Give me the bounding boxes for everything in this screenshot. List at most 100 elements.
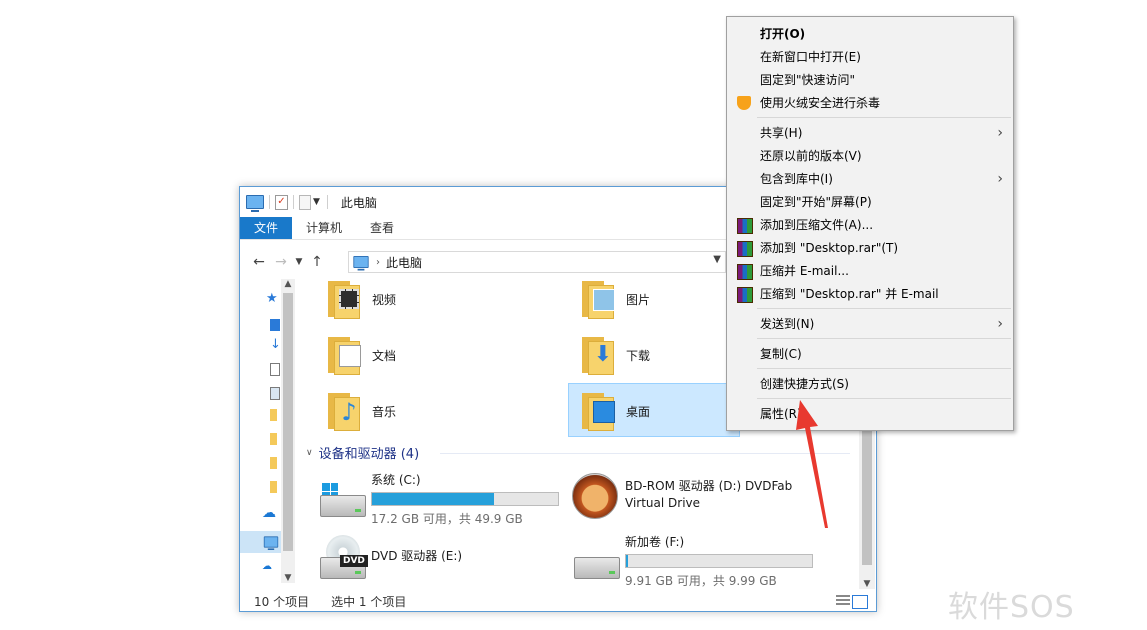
menu-item-include-library[interactable]: 包含到库中(I) ›: [727, 168, 1013, 190]
address-bar[interactable]: › 此电脑 ▼: [348, 251, 726, 273]
breadcrumb-this-pc[interactable]: 此电脑: [386, 254, 422, 271]
collapse-chevron-icon[interactable]: ∨: [306, 448, 313, 458]
winrar-icon: [737, 264, 753, 280]
music-folder-icon: ♪: [326, 391, 362, 431]
menu-item-open[interactable]: 打开(O): [727, 23, 1013, 45]
folder-label: 音乐: [372, 404, 397, 419]
menu-item-label: 使用火绒安全进行杀毒: [760, 96, 881, 110]
folder-label: 下载: [626, 348, 651, 363]
folder-nav-icon[interactable]: [270, 433, 277, 445]
menu-item-huorong-scan[interactable]: 使用火绒安全进行杀毒: [727, 92, 1013, 114]
scroll-up-arrow-icon[interactable]: ▲: [281, 279, 295, 289]
menu-separator: [757, 368, 1011, 369]
breadcrumb-chevron-icon[interactable]: ›: [376, 257, 380, 268]
folder-pictures[interactable]: 图片: [580, 279, 650, 319]
desktop-nav-icon[interactable]: [270, 319, 280, 331]
group-title: 设备和驱动器 (4): [318, 447, 420, 462]
this-pc-icon: [353, 256, 369, 271]
scroll-down-arrow-icon[interactable]: ▼: [281, 573, 295, 583]
quick-access-star-icon[interactable]: ★: [266, 291, 278, 306]
selection-count: 选中 1 个项目: [331, 594, 407, 609]
winrar-icon: [737, 287, 753, 303]
downloads-nav-icon[interactable]: ↓: [270, 337, 281, 352]
drive-f[interactable]: 新加卷 (F:) 9.91 GB 可用，共 9.99 GB: [574, 533, 834, 588]
folder-nav-icon[interactable]: [270, 481, 277, 493]
menu-item-label: 固定到"开始"屏幕(P): [760, 195, 872, 209]
content-scrollbar[interactable]: ▼: [859, 425, 875, 589]
large-icons-view-icon[interactable]: [852, 595, 868, 609]
drive-free-space: 9.91 GB 可用，共 9.99 GB: [625, 574, 777, 588]
navigation-pane-scrollbar[interactable]: ▲ ▼: [281, 279, 295, 583]
submenu-arrow-icon: ›: [997, 125, 1003, 141]
menu-item-properties[interactable]: 属性(R): [727, 403, 1013, 425]
devices-group-header[interactable]: ∨ 设备和驱动器 (4): [306, 443, 419, 462]
menu-item-pin-start[interactable]: 固定到"开始"屏幕(P): [727, 191, 1013, 213]
this-pc-nav-item[interactable]: [240, 531, 281, 553]
menu-item-label: 添加到压缩文件(A)...: [760, 218, 874, 232]
properties-icon[interactable]: ✓: [275, 194, 288, 210]
menu-item-label: 复制(C): [760, 347, 802, 361]
menu-item-restore-versions[interactable]: 还原以前的版本(V): [727, 145, 1013, 167]
scrollbar-thumb[interactable]: [283, 293, 293, 551]
folder-videos[interactable]: 视频: [326, 279, 396, 319]
toolbar-separator: [269, 195, 270, 209]
menu-separator: [757, 338, 1011, 339]
menu-item-label: 创建快捷方式(S): [760, 377, 849, 391]
winrar-icon: [737, 241, 753, 257]
folder-downloads[interactable]: ⬇ 下载: [580, 335, 650, 375]
up-arrow-icon[interactable]: ↑: [306, 254, 328, 270]
menu-item-send-to[interactable]: 发送到(N) ›: [727, 313, 1013, 335]
menu-item-label: 压缩并 E-mail...: [760, 264, 849, 278]
onedrive-cloud-icon[interactable]: ☁: [262, 505, 276, 521]
menu-item-pin-quick-access[interactable]: 固定到"快速访问": [727, 69, 1013, 91]
menu-item-add-archive[interactable]: 添加到压缩文件(A)...: [727, 214, 1013, 236]
menu-item-compress-desktop-email[interactable]: 压缩到 "Desktop.rar" 并 E-mail: [727, 283, 1013, 305]
tab-computer[interactable]: 计算机: [292, 217, 356, 239]
details-view-icon[interactable]: [836, 595, 850, 607]
scroll-down-arrow-icon[interactable]: ▼: [859, 579, 875, 589]
address-dropdown-icon[interactable]: ▼: [713, 254, 721, 265]
menu-item-label: 添加到 "Desktop.rar"(T): [760, 241, 899, 255]
folder-documents[interactable]: 文档: [326, 335, 396, 375]
recent-locations-chevron-icon[interactable]: ▼: [292, 257, 306, 267]
quick-access-toolbar: ✓ ▼: [240, 187, 333, 217]
drive-c[interactable]: 系统 (C:) 17.2 GB 可用，共 49.9 GB: [320, 469, 580, 526]
annotation-arrow-icon: [796, 400, 828, 528]
menu-item-label: 压缩到 "Desktop.rar" 并 E-mail: [760, 287, 939, 301]
drive-name: BD-ROM 驱动器 (D:) DVDFab: [625, 479, 793, 493]
menu-item-share[interactable]: 共享(H) ›: [727, 122, 1013, 144]
pictures-nav-icon[interactable]: [270, 387, 280, 400]
folder-desktop[interactable]: 桌面: [580, 391, 650, 431]
menu-item-create-shortcut[interactable]: 创建快捷方式(S): [727, 373, 1013, 395]
tab-file[interactable]: 文件: [240, 217, 293, 239]
navigation-pane: ★ ↓ ☁ ☁ ▲ ▼: [240, 279, 296, 583]
drive-name-line2: Virtual Drive: [625, 496, 701, 510]
pictures-folder-icon: [580, 279, 616, 319]
folder-label: 文档: [372, 348, 397, 363]
customize-toolbar-chevron-icon[interactable]: ▼: [311, 197, 322, 207]
menu-item-compress-email[interactable]: 压缩并 E-mail...: [727, 260, 1013, 282]
menu-item-open-new-window[interactable]: 在新窗口中打开(E): [727, 46, 1013, 68]
menu-item-label: 包含到库中(I): [760, 172, 833, 186]
scrollbar-thumb[interactable]: [862, 425, 872, 565]
tab-view[interactable]: 查看: [356, 217, 408, 239]
menu-item-copy[interactable]: 复制(C): [727, 343, 1013, 365]
winrar-icon: [737, 218, 753, 234]
forward-arrow-icon[interactable]: →: [270, 254, 292, 270]
dvdfab-drive-icon: [572, 473, 618, 519]
network-nav-icon[interactable]: ☁: [262, 561, 272, 573]
back-arrow-icon[interactable]: ←: [248, 254, 270, 270]
folder-nav-icon[interactable]: [270, 409, 277, 421]
folder-music[interactable]: ♪ 音乐: [326, 391, 396, 431]
folder-nav-icon[interactable]: [270, 457, 277, 469]
toolbar-separator: [293, 195, 294, 209]
submenu-arrow-icon: ›: [997, 171, 1003, 187]
menu-item-add-desktop-rar[interactable]: 添加到 "Desktop.rar"(T): [727, 237, 1013, 259]
window-title: 此电脑: [340, 195, 377, 210]
drive-free-space: 17.2 GB 可用，共 49.9 GB: [371, 512, 523, 526]
new-folder-icon[interactable]: [299, 194, 311, 210]
documents-nav-icon[interactable]: [270, 363, 280, 376]
drive-e[interactable]: DVD DVD 驱动器 (E:): [320, 533, 560, 583]
hard-drive-icon: [320, 495, 366, 517]
downloads-folder-icon: ⬇: [580, 335, 616, 375]
